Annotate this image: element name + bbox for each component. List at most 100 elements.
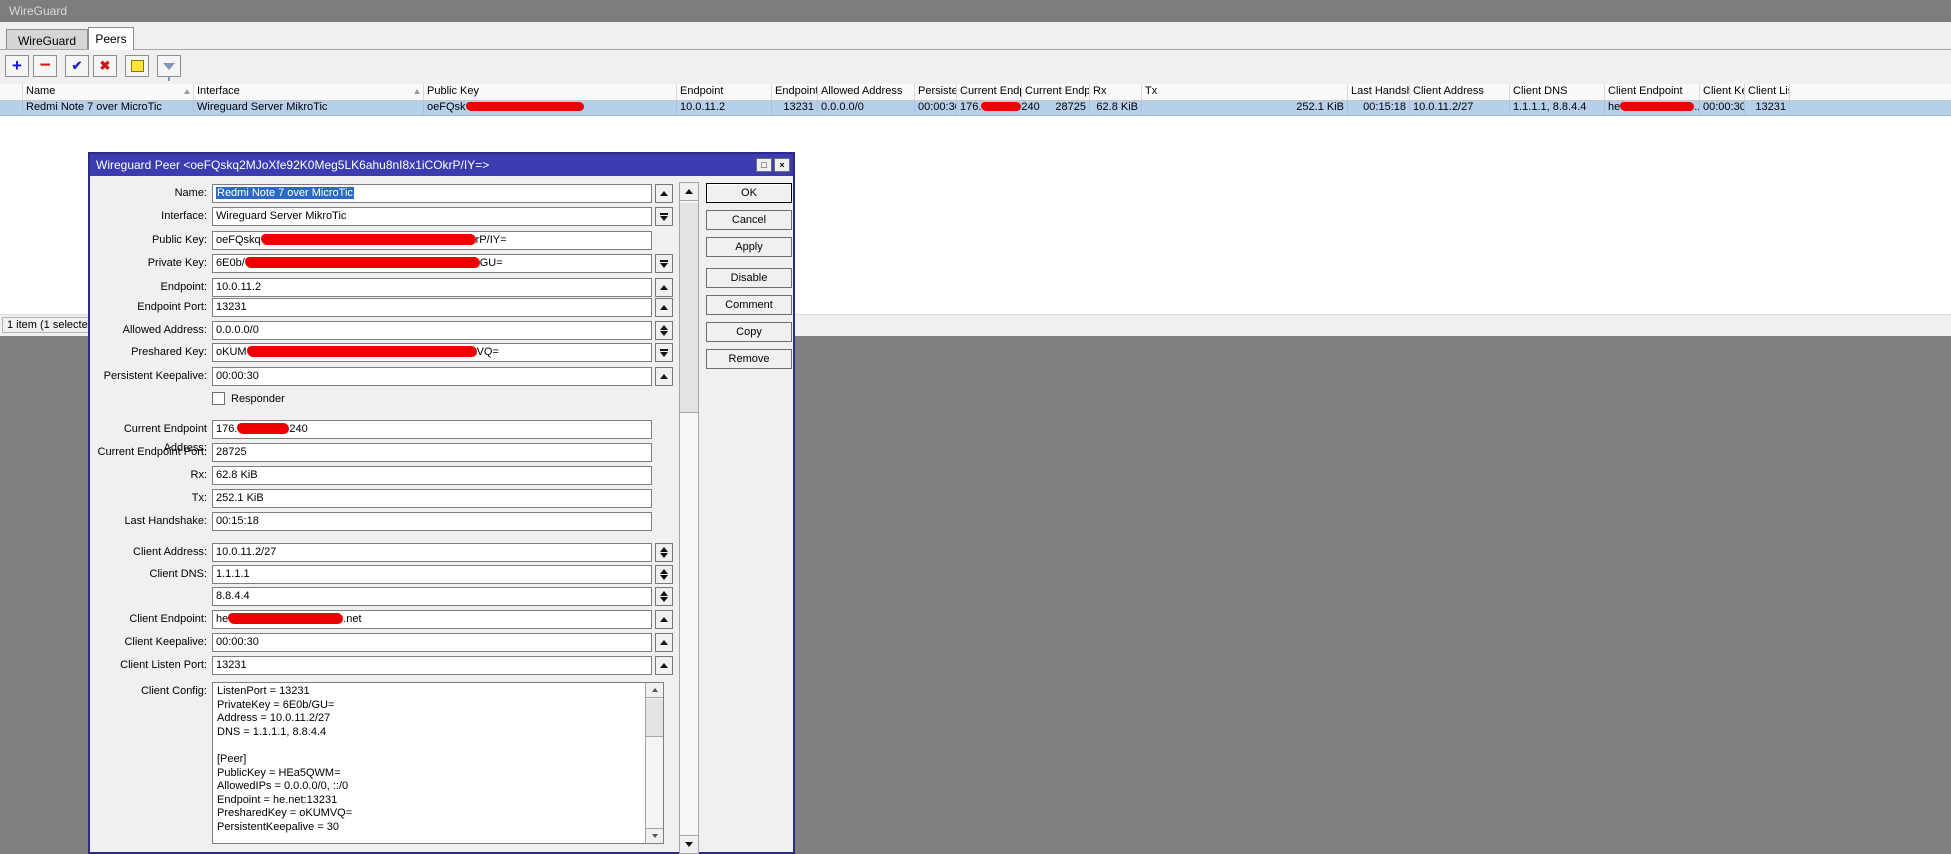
up-arrow-icon bbox=[660, 305, 668, 310]
cell-current-endpoint-port: 28725 bbox=[1022, 101, 1090, 115]
scroll-up-icon[interactable] bbox=[680, 183, 698, 201]
private-key-dropdown-button[interactable] bbox=[655, 254, 673, 273]
dialog-scrollbar[interactable] bbox=[679, 182, 699, 854]
client-endpoint-input[interactable]: he .net bbox=[212, 610, 652, 629]
name-input[interactable]: Redmi Note 7 over MicroTic bbox=[212, 184, 652, 203]
column-allowed-address[interactable]: Allowed Address bbox=[818, 84, 915, 100]
column-interface[interactable]: Interface bbox=[194, 84, 424, 100]
endpoint-port-up-button[interactable] bbox=[655, 298, 673, 317]
remove-button[interactable]: Remove bbox=[706, 349, 792, 369]
endpoint-input[interactable]: 10.0.11.2 bbox=[212, 278, 652, 297]
column-endpoint-port[interactable]: Endpoint ... bbox=[772, 84, 818, 100]
column-flag[interactable] bbox=[0, 84, 23, 100]
column-client-address[interactable]: Client Address bbox=[1410, 84, 1510, 100]
preshared-key-input[interactable]: oKUM VQ= bbox=[212, 343, 652, 362]
client-endpoint-label: Client Endpoint: bbox=[129, 613, 207, 625]
filter-button[interactable] bbox=[157, 55, 181, 81]
scroll-up-icon[interactable] bbox=[646, 683, 663, 698]
interface-dropdown-button[interactable] bbox=[655, 207, 673, 226]
enable-button[interactable]: ✔ bbox=[65, 55, 89, 77]
endpoint-up-button[interactable] bbox=[655, 278, 673, 297]
client-endpoint-up-button[interactable] bbox=[655, 610, 673, 629]
persistent-keepalive-up-button[interactable] bbox=[655, 367, 673, 386]
private-key-input[interactable]: 6E0b/GU= bbox=[212, 254, 652, 273]
cell-endpoint: 10.0.11.2 bbox=[677, 101, 772, 115]
disable-button[interactable]: Disable bbox=[706, 268, 792, 288]
maximize-icon[interactable]: □ bbox=[756, 158, 772, 172]
column-public-key[interactable]: Public Key bbox=[424, 84, 677, 100]
comment-button[interactable] bbox=[125, 55, 149, 77]
comment-button[interactable]: Comment bbox=[706, 295, 792, 315]
ok-button[interactable]: OK bbox=[706, 183, 792, 203]
dialog-titlebar[interactable]: Wireguard Peer <oeFQskq2MJoXfe92K0Meg5LK… bbox=[90, 154, 793, 176]
column-rx[interactable]: Rx bbox=[1090, 84, 1142, 100]
cell-client-keepalive: 00:00:30 bbox=[1700, 101, 1745, 115]
note-icon bbox=[130, 60, 144, 72]
client-address-input[interactable]: 10.0.11.2/27 bbox=[212, 543, 652, 562]
copy-button[interactable]: Copy bbox=[706, 322, 792, 342]
client-dns2-updown-button[interactable] bbox=[655, 587, 673, 606]
allowed-address-input[interactable]: 0.0.0.0/0 bbox=[212, 321, 652, 340]
tab-peers-label: Peers bbox=[95, 32, 127, 46]
allowed-address-label: Allowed Address: bbox=[122, 324, 207, 336]
responder-checkbox[interactable] bbox=[212, 392, 225, 405]
column-current-endpoint-port[interactable]: Current Endp... bbox=[1022, 84, 1090, 100]
column-endpoint[interactable]: Endpoint bbox=[677, 84, 772, 100]
column-name[interactable]: Name bbox=[23, 84, 194, 100]
client-keepalive-label: Client Keepalive: bbox=[124, 636, 207, 648]
client-keepalive-up-button[interactable] bbox=[655, 633, 673, 652]
scrollbar-thumb[interactable] bbox=[646, 699, 663, 737]
client-dns-updown-button[interactable] bbox=[655, 565, 673, 584]
client-config-scrollbar[interactable] bbox=[645, 683, 663, 843]
endpoint-port-input[interactable]: 13231 bbox=[212, 298, 652, 317]
client-listen-port-up-button[interactable] bbox=[655, 656, 673, 675]
name-up-button[interactable] bbox=[655, 184, 673, 203]
tab-wireguard[interactable]: WireGuard bbox=[6, 29, 88, 50]
column-tx[interactable]: Tx bbox=[1142, 84, 1348, 100]
persistent-keepalive-input[interactable]: 00:00:30 bbox=[212, 367, 652, 386]
client-address-updown-button[interactable] bbox=[655, 543, 673, 562]
add-button[interactable]: + bbox=[5, 55, 29, 77]
cell-client-address: 10.0.11.2/27 bbox=[1410, 101, 1510, 115]
column-persistent-keepalive[interactable]: Persiste... bbox=[915, 84, 957, 100]
private-key-label: Private Key: bbox=[147, 257, 207, 269]
endpoint-label: Endpoint: bbox=[160, 281, 207, 293]
cell-allowed-address: 0.0.0.0/0 bbox=[818, 101, 915, 115]
client-config-label: Client Config: bbox=[140, 685, 207, 697]
redaction-blob bbox=[260, 234, 476, 245]
column-client-endpoint[interactable]: Client Endpoint bbox=[1605, 84, 1700, 100]
check-icon: ✔ bbox=[71, 58, 83, 73]
preshared-key-label: Preshared Key: bbox=[131, 346, 207, 358]
scroll-down-icon[interactable] bbox=[680, 835, 698, 853]
table-row[interactable]: Redmi Note 7 over MicroTic Wireguard Ser… bbox=[0, 101, 1951, 116]
scrollbar-thumb[interactable] bbox=[680, 203, 698, 413]
tab-peers[interactable]: Peers bbox=[88, 27, 134, 50]
client-listen-port-input[interactable]: 13231 bbox=[212, 656, 652, 675]
window-title: WireGuard bbox=[9, 4, 68, 18]
column-last-handshake[interactable]: Last Handsha... bbox=[1348, 84, 1410, 100]
disable-button[interactable]: ✖ bbox=[93, 55, 117, 77]
column-client-listen-port[interactable]: Client Lis... bbox=[1745, 84, 1790, 100]
last-handshake-label: Last Handshake: bbox=[124, 515, 207, 527]
client-config-textarea[interactable]: ListenPort = 13231 PrivateKey = 6E0b/GU=… bbox=[212, 682, 664, 844]
column-client-keepalive[interactable]: Client Ke... bbox=[1700, 84, 1745, 100]
client-dns2-input[interactable]: 8.8.4.4 bbox=[212, 587, 652, 606]
client-dns-input[interactable]: 1.1.1.1 bbox=[212, 565, 652, 584]
column-client-dns[interactable]: Client DNS bbox=[1510, 84, 1605, 100]
allowed-address-updown-button[interactable] bbox=[655, 321, 673, 340]
public-key-label: Public Key: bbox=[151, 234, 207, 246]
current-endpoint-address-field: 176. 240 bbox=[212, 420, 652, 439]
client-keepalive-input[interactable]: 00:00:30 bbox=[212, 633, 652, 652]
apply-button[interactable]: Apply bbox=[706, 237, 792, 257]
cell-current-endpoint-address: 176. 240 bbox=[957, 101, 1040, 115]
scroll-down-icon[interactable] bbox=[646, 828, 663, 843]
remove-button[interactable]: − bbox=[33, 55, 57, 77]
column-current-endpoint-address[interactable]: Current Endp... bbox=[957, 84, 1022, 100]
public-key-input[interactable]: oeFQskq rP/IY= bbox=[212, 231, 652, 250]
preshared-key-dropdown-button[interactable] bbox=[655, 343, 673, 362]
last-handshake-field: 00:15:18 bbox=[212, 512, 652, 531]
cancel-button[interactable]: Cancel bbox=[706, 210, 792, 230]
redaction-blob bbox=[1620, 102, 1695, 111]
close-icon[interactable]: × bbox=[774, 158, 790, 172]
interface-input[interactable]: Wireguard Server MikroTic bbox=[212, 207, 652, 226]
